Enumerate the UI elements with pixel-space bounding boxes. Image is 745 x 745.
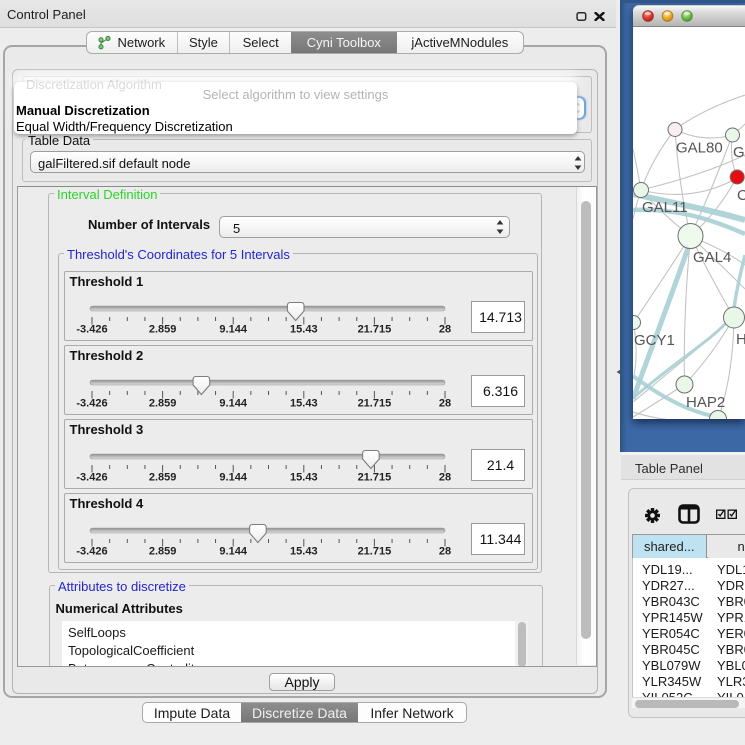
svg-text:21.715: 21.715 — [358, 323, 392, 335]
svg-text:9.144: 9.144 — [219, 323, 247, 335]
svg-text:GAL7: GAL7 — [733, 144, 745, 161]
svg-text:28: 28 — [439, 323, 451, 335]
svg-text:GCY1: GCY1 — [634, 332, 675, 349]
svg-text:21.715: 21.715 — [358, 397, 392, 409]
svg-text:-3.426: -3.426 — [76, 397, 107, 409]
svg-text:21.715: 21.715 — [358, 545, 392, 557]
svg-text:9.144: 9.144 — [219, 471, 247, 483]
svg-text:-3.426: -3.426 — [76, 545, 107, 557]
svg-text:-3.426: -3.426 — [76, 471, 107, 483]
svg-text:2.859: 2.859 — [149, 471, 177, 483]
svg-text:15.43: 15.43 — [290, 545, 318, 557]
svg-text:9.144: 9.144 — [219, 397, 247, 409]
svg-text:21.715: 21.715 — [358, 471, 392, 483]
svg-text:15.43: 15.43 — [290, 471, 318, 483]
svg-text:2.859: 2.859 — [149, 397, 177, 409]
svg-text:28: 28 — [439, 545, 451, 557]
svg-text:28: 28 — [439, 471, 451, 483]
svg-text:HAP2: HAP2 — [686, 394, 725, 411]
svg-text:GAL4: GAL4 — [693, 249, 731, 266]
svg-text:15.43: 15.43 — [290, 397, 318, 409]
svg-text:28: 28 — [439, 397, 451, 409]
svg-text:HI: HI — [736, 331, 745, 348]
svg-text:2.859: 2.859 — [149, 545, 177, 557]
svg-text:2.859: 2.859 — [149, 323, 177, 335]
svg-text:GAL80: GAL80 — [676, 140, 723, 157]
svg-text:9.144: 9.144 — [219, 545, 247, 557]
svg-text:GAL11: GAL11 — [642, 199, 688, 216]
svg-text:-3.426: -3.426 — [76, 323, 107, 335]
svg-text:CY: CY — [737, 187, 745, 204]
svg-text:15.43: 15.43 — [290, 323, 318, 335]
